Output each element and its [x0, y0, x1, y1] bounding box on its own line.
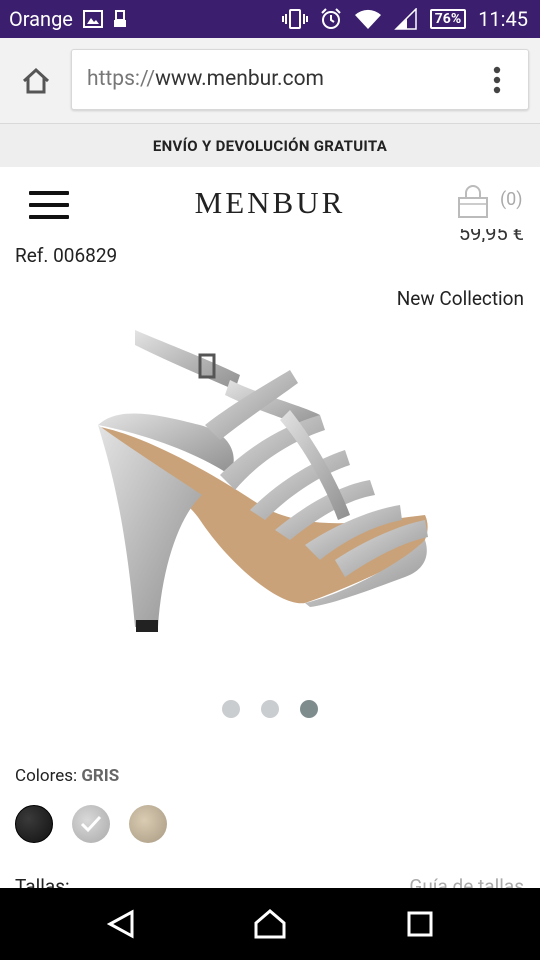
signal-icon: [393, 8, 418, 30]
usb-notification-icon: [113, 9, 127, 29]
carrier-name: Orange: [9, 7, 73, 31]
browser-home-button[interactable]: [16, 61, 56, 101]
recents-button[interactable]: [400, 904, 440, 944]
back-triangle-icon: [107, 909, 134, 939]
home-nav-button[interactable]: [250, 904, 290, 944]
sandal-illustration: [98, 330, 428, 632]
android-navigation-bar: [0, 888, 540, 960]
product-reference: Ref. 006829: [15, 244, 118, 267]
recents-square-icon: [407, 911, 433, 937]
color-swatch-gold[interactable]: [129, 805, 167, 843]
check-icon: [80, 815, 102, 833]
product-price: 59,95 €: [458, 229, 524, 242]
new-collection-badge: New Collection: [396, 287, 524, 310]
browser-toolbar: https://www.menbur.com: [0, 38, 540, 124]
promo-banner[interactable]: ENVÍO Y DEVOLUCIÓN GRATUITA: [0, 124, 540, 167]
battery-level: 76%: [429, 9, 467, 29]
vibrate-icon: [281, 8, 308, 30]
address-bar[interactable]: https://www.menbur.com: [71, 49, 529, 110]
colors-label: Colores: GRIS: [15, 766, 119, 786]
battery-indicator: 76%: [429, 9, 467, 29]
selected-color-name: GRIS: [81, 766, 120, 786]
image-notification-icon: [82, 10, 103, 28]
shopping-bag-icon[interactable]: [455, 184, 491, 220]
url-text: https://www.menbur.com: [87, 50, 324, 109]
status-bar: Orange 76% 11:45: [0, 0, 540, 38]
browser-menu-button[interactable]: [482, 65, 512, 95]
home-icon: [22, 67, 50, 94]
color-swatch-black[interactable]: [15, 805, 53, 843]
url-host: www.menbur.com: [155, 67, 324, 91]
clock: 11:45: [478, 7, 528, 31]
size-guide-link[interactable]: Guía de tallas: [409, 874, 524, 888]
alarm-icon: [320, 8, 342, 30]
sizes-label: Tallas:: [15, 875, 70, 888]
home-outline-icon: [254, 909, 286, 939]
back-button[interactable]: [101, 904, 141, 944]
carousel-dot[interactable]: [222, 700, 240, 718]
product-image[interactable]: [80, 315, 450, 645]
carousel-dot-active[interactable]: [300, 700, 318, 718]
wifi-icon: [354, 8, 382, 30]
carousel-dot[interactable]: [261, 700, 279, 718]
url-scheme: https://: [87, 67, 156, 91]
more-vert-icon: [493, 66, 501, 94]
colors-label-text: Colores:: [15, 766, 78, 786]
color-swatch-grey[interactable]: [72, 805, 110, 843]
cart-count[interactable]: (0): [500, 189, 523, 210]
color-swatches: [15, 805, 167, 843]
image-carousel-indicators: [0, 700, 540, 718]
